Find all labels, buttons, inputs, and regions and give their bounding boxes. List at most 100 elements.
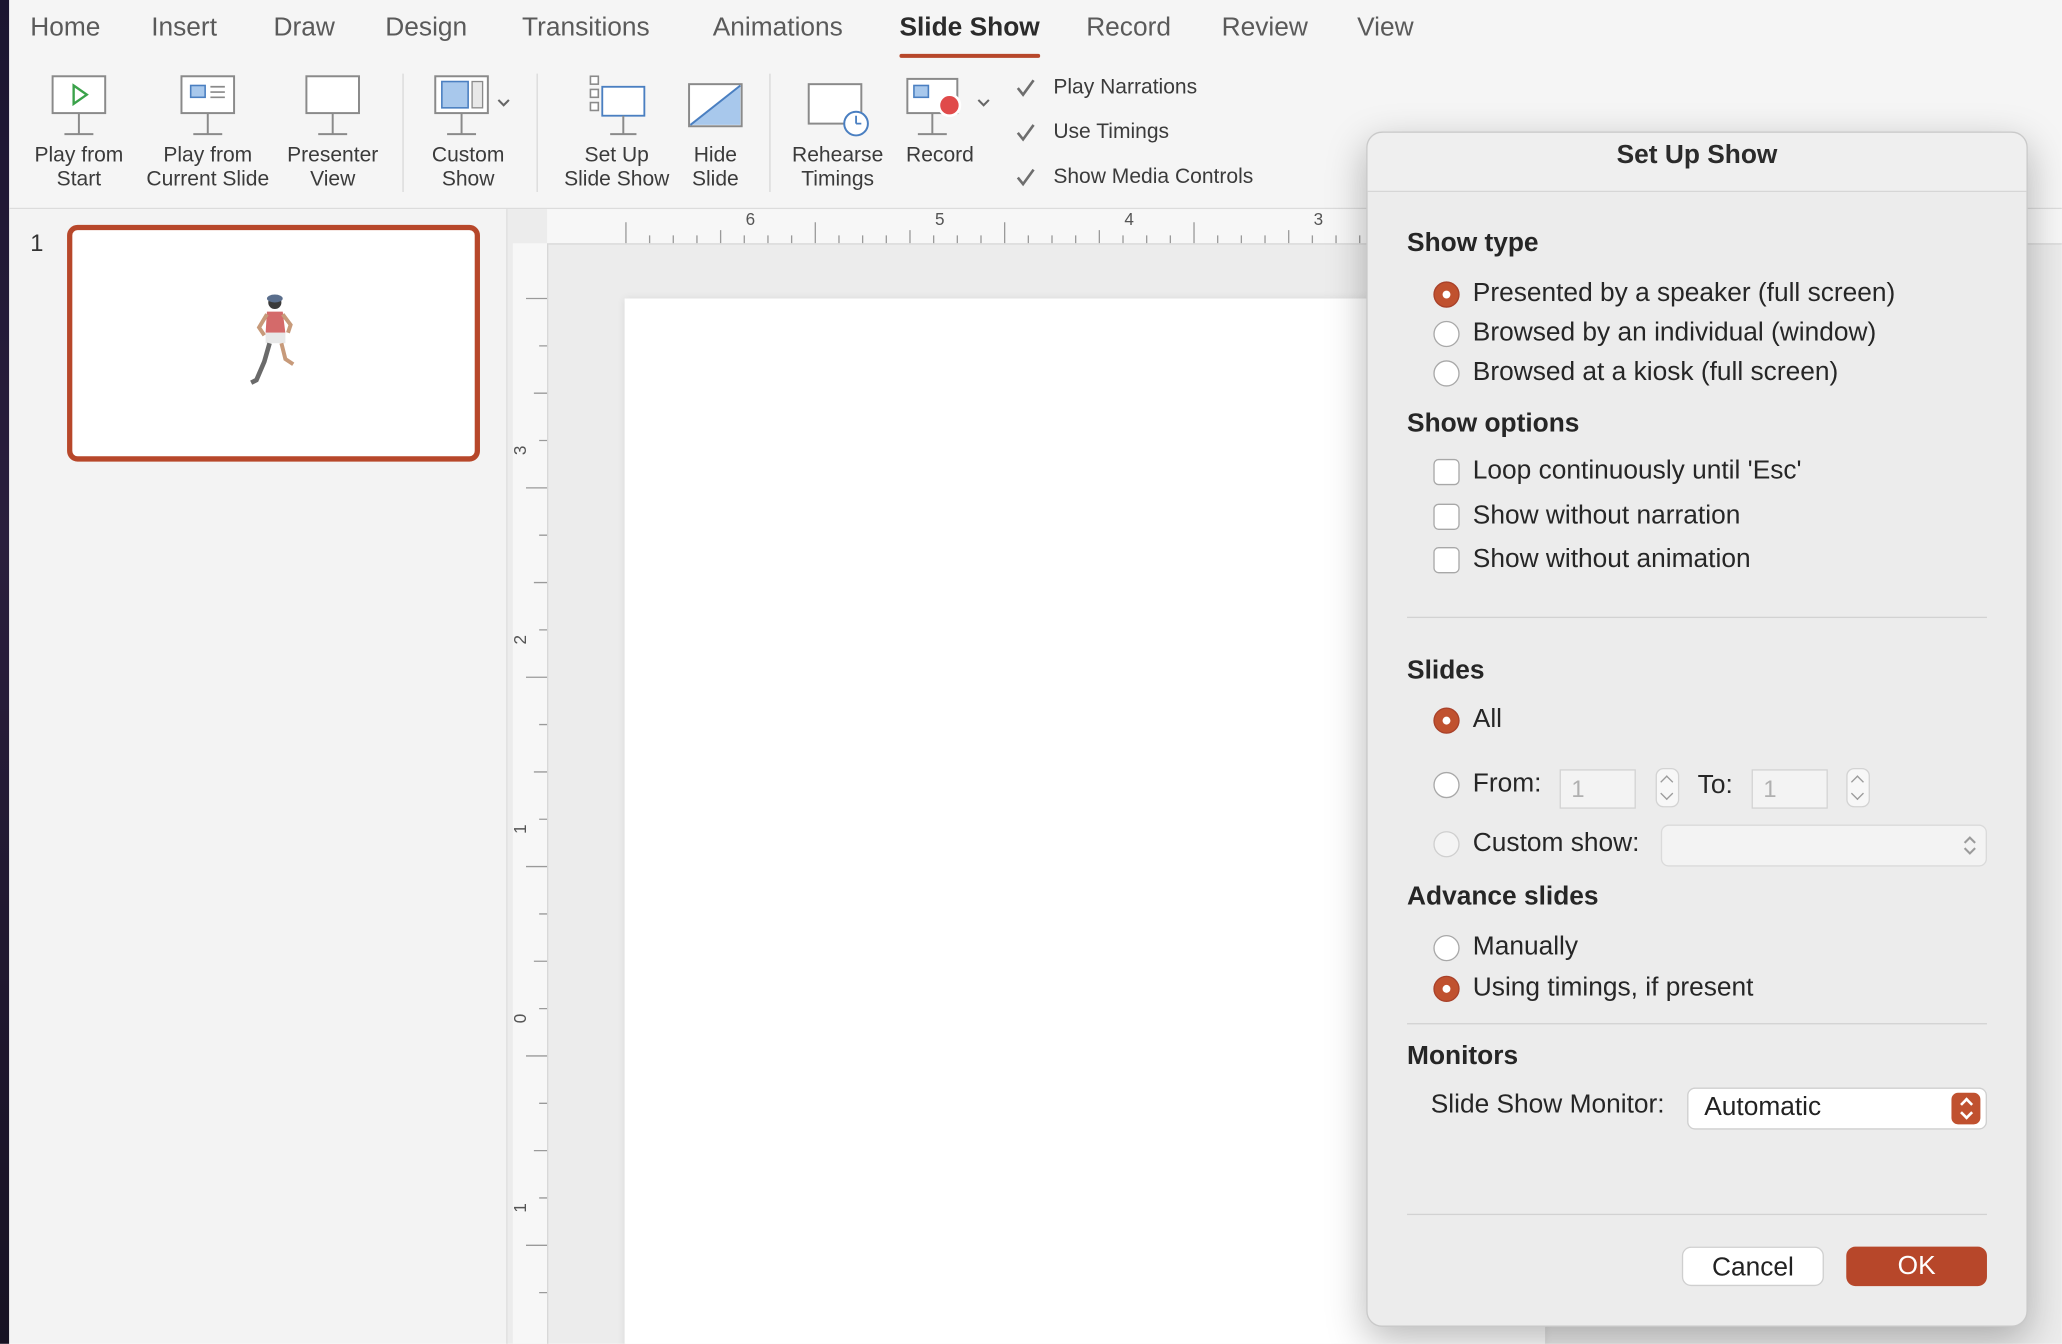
custom-show-button[interactable]: Custom Show: [412, 71, 525, 192]
slides-from-radio[interactable]: From:: [1433, 769, 1541, 799]
play-from-current-slide-button[interactable]: Play from Current Slide: [135, 71, 280, 192]
vertical-ruler-ticks: [526, 297, 548, 1294]
ruler-label: 3: [510, 445, 531, 456]
slides-from-label: From:: [1472, 769, 1542, 799]
ribbon-separator: [769, 73, 771, 192]
ruler-label: 5: [934, 209, 945, 229]
hide-slide-button[interactable]: Hide Slide: [679, 71, 753, 192]
slide-show-monitor-label: Slide Show Monitor:: [1430, 1090, 1665, 1120]
presenter-view-label-1: Presenter: [287, 144, 379, 168]
radio-icon: [1433, 771, 1460, 798]
from-field[interactable]: 1: [1559, 769, 1636, 809]
tab-record[interactable]: Record: [1086, 13, 1171, 43]
advance-using-timings-radio[interactable]: Using timings, if present: [1433, 973, 1753, 1003]
play-narrations-label: Play Narrations: [1053, 76, 1198, 99]
hide-slide-label-1: Hide: [693, 144, 737, 168]
set-up-slide-show-label-1: Set Up: [584, 144, 649, 168]
show-without-narration-checkbox[interactable]: Show without narration: [1433, 501, 1740, 531]
slide-show-monitor-select[interactable]: Automatic: [1687, 1087, 1987, 1130]
ruler-label: 3: [1313, 209, 1324, 229]
record-icon: [893, 71, 1003, 137]
slide-show-monitor-value: Automatic: [1704, 1092, 1822, 1122]
tab-transitions[interactable]: Transitions: [522, 13, 650, 43]
set-up-slide-show-label-2: Slide Show: [564, 168, 670, 191]
record-label: Record: [906, 144, 974, 168]
to-stepper[interactable]: [1846, 767, 1870, 808]
ribbon-separator: [536, 73, 538, 192]
cancel-button[interactable]: Cancel: [1681, 1246, 1824, 1287]
checkbox-icon: [1433, 546, 1460, 573]
set-up-slide-show-button[interactable]: Set Up Slide Show: [555, 71, 679, 192]
rehearse-timings-label-2: Timings: [801, 168, 875, 191]
loop-continuously-checkbox[interactable]: Loop continuously until 'Esc': [1433, 456, 1802, 486]
show-type-speaker-radio[interactable]: Presented by a speaker (full screen): [1433, 279, 1895, 309]
custom-show-select[interactable]: [1660, 824, 1987, 867]
tab-insert[interactable]: Insert: [151, 13, 217, 43]
hide-slide-label-2: Slide: [691, 168, 739, 191]
show-media-controls-checkbox[interactable]: Show Media Controls: [1014, 166, 1253, 190]
record-button[interactable]: Record: [893, 71, 1003, 168]
checkmark-icon: [1014, 121, 1038, 145]
use-timings-checkbox[interactable]: Use Timings: [1014, 121, 1169, 145]
radio-selected-icon: [1433, 706, 1460, 734]
play-from-current-label-2: Current Slide: [146, 168, 270, 191]
radio-icon: [1433, 830, 1460, 857]
tab-home[interactable]: Home: [30, 13, 100, 43]
show-type-speaker-label: Presented by a speaker (full screen): [1472, 278, 1896, 308]
tab-animations[interactable]: Animations: [713, 13, 843, 43]
tab-draw[interactable]: Draw: [274, 13, 335, 43]
ribbon-separator: [402, 73, 404, 192]
show-type-individual-label: Browsed by an individual (window): [1472, 318, 1877, 348]
slides-custom-show-radio[interactable]: Custom show:: [1433, 828, 1639, 858]
desktop-background-edge: [0, 0, 10, 1344]
tab-view[interactable]: View: [1357, 13, 1414, 43]
presenter-view-label-2: View: [310, 168, 356, 191]
radio-selected-icon: [1433, 280, 1460, 308]
to-field[interactable]: 1: [1751, 769, 1828, 809]
updown-chevron-icon: [1963, 836, 1976, 855]
presenter-view-button[interactable]: Presenter View: [280, 71, 385, 192]
tab-design[interactable]: Design: [385, 13, 467, 43]
show-options-heading: Show options: [1407, 408, 1580, 438]
ruler-label: 0: [510, 1013, 531, 1024]
loop-continuously-label: Loop continuously until 'Esc': [1472, 456, 1802, 486]
ruler-label: 2: [510, 634, 531, 645]
show-media-controls-label: Show Media Controls: [1053, 165, 1254, 189]
show-without-animation-checkbox[interactable]: Show without animation: [1433, 544, 1751, 574]
show-type-kiosk-label: Browsed at a kiosk (full screen): [1472, 357, 1839, 387]
slide-number: 1: [30, 230, 44, 257]
presenter-view-icon: [280, 71, 385, 137]
show-type-individual-radio[interactable]: Browsed by an individual (window): [1433, 318, 1876, 348]
set-up-show-dialog: Set Up Show Show type Presented by a spe…: [1366, 131, 2028, 1327]
ok-button[interactable]: OK: [1846, 1246, 1987, 1287]
custom-show-label-1: Custom: [431, 144, 505, 168]
updown-chevron-icon: [1951, 1092, 1981, 1125]
dialog-title: Set Up Show: [1616, 140, 1778, 170]
play-from-current-slide-icon: [135, 71, 280, 137]
custom-show-label-2: Show: [441, 168, 495, 191]
slides-all-label: All: [1472, 704, 1503, 734]
divider: [1407, 616, 1987, 619]
play-from-current-label-1: Play from: [163, 144, 253, 168]
rehearse-timings-button[interactable]: Rehearse Timings: [782, 71, 892, 192]
advance-manually-radio[interactable]: Manually: [1433, 932, 1578, 962]
slide-thumbnail[interactable]: [67, 224, 480, 462]
from-stepper[interactable]: [1655, 767, 1680, 808]
tab-slide-show[interactable]: Slide Show: [899, 13, 1040, 58]
radio-icon: [1433, 359, 1460, 386]
play-from-start-button[interactable]: Play from Start: [22, 71, 135, 192]
show-without-animation-label: Show without animation: [1472, 544, 1751, 574]
hide-slide-icon: [679, 71, 753, 137]
rehearse-timings-icon: [782, 71, 892, 137]
slides-to-label: To:: [1697, 770, 1733, 800]
rehearse-timings-label-1: Rehearse: [792, 144, 884, 168]
checkmark-icon: [1014, 166, 1038, 190]
monitors-heading: Monitors: [1407, 1041, 1519, 1071]
tab-review[interactable]: Review: [1222, 13, 1308, 43]
ruler-label: 1: [510, 1203, 531, 1213]
play-narrations-checkbox[interactable]: Play Narrations: [1014, 76, 1197, 100]
play-from-start-label-1: Play from: [34, 144, 124, 168]
show-type-kiosk-radio[interactable]: Browsed at a kiosk (full screen): [1433, 358, 1838, 388]
set-up-slide-show-icon: [555, 71, 679, 137]
slides-all-radio[interactable]: All: [1433, 705, 1502, 735]
